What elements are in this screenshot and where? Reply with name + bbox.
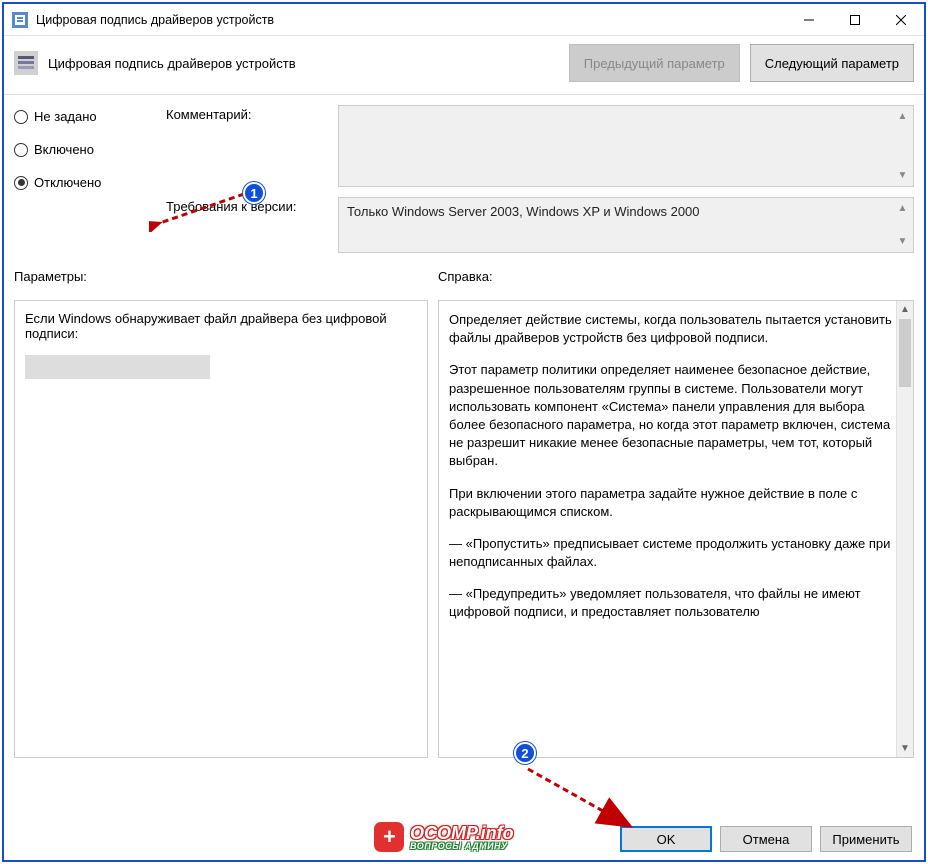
maximize-button[interactable] [832,4,878,36]
scroll-down-icon[interactable]: ▼ [894,233,911,250]
radio-label: Включено [34,142,94,157]
plus-icon: + [374,822,404,852]
scroll-up-icon[interactable]: ▲ [894,108,911,125]
supported-on-box: Только Windows Server 2003, Windows XP и… [338,197,914,253]
policy-title: Цифровая подпись драйверов устройств [48,56,559,71]
minimize-button[interactable] [786,4,832,36]
radio-not-configured[interactable]: Не задано [14,109,156,124]
radio-icon [14,143,28,157]
help-paragraph: При включении этого параметра задайте ну… [449,485,893,521]
help-panel: Определяет действие системы, когда польз… [438,300,914,758]
close-button[interactable] [878,4,924,36]
help-paragraph: Этот параметр политики определяет наимен… [449,361,893,470]
scroll-down-icon[interactable]: ▼ [894,167,911,184]
watermark-title: OCOMP.info [410,824,514,842]
cancel-button[interactable]: Отмена [720,826,812,852]
window-controls [786,4,924,36]
option-dropdown[interactable] [25,355,210,379]
annotation-badge-1: 1 [243,182,265,204]
radio-label: Не задано [34,109,97,124]
window-icon [12,12,28,28]
header-row: Цифровая подпись драйверов устройств Пре… [4,36,924,95]
annotation-badge-2: 2 [514,742,536,764]
apply-button[interactable]: Применить [820,826,912,852]
help-label: Справка: [438,269,914,284]
scrollbar-thumb[interactable] [899,319,911,387]
comment-textarea[interactable]: ▲ ▼ [338,105,914,187]
scroll-down-icon[interactable]: ▼ [897,740,913,757]
help-paragraph: — «Пропустить» предписывает системе прод… [449,535,893,571]
scroll-up-icon[interactable]: ▲ [894,200,911,217]
help-paragraph: Определяет действие системы, когда польз… [449,311,893,347]
previous-setting-button: Предыдущий параметр [569,44,740,82]
dialog-button-bar: OK Отмена Применить [620,826,912,852]
help-scrollbar[interactable]: ▲ ▼ [896,301,913,757]
window-title: Цифровая подпись драйверов устройств [36,13,786,27]
watermark-subtitle: ВОПРОСЫ АДМИНУ [410,842,514,851]
options-label: Параметры: [14,269,428,284]
radio-enabled[interactable]: Включено [14,142,156,157]
help-paragraph: — «Предупредить» уведомляет пользователя… [449,585,893,621]
option-description: Если Windows обнаруживает файл драйвера … [25,311,417,341]
radio-icon [14,110,28,124]
comment-label: Комментарий: [166,105,338,122]
radio-icon [14,176,28,190]
radio-label: Отключено [34,175,101,190]
state-radio-group: Не задано Включено Отключено [14,105,156,263]
site-watermark: + OCOMP.info ВОПРОСЫ АДМИНУ [374,822,514,852]
options-panel: Если Windows обнаруживает файл драйвера … [14,300,428,758]
annotation-arrow-2 [520,761,650,841]
next-setting-button[interactable]: Следующий параметр [750,44,914,82]
radio-disabled[interactable]: Отключено [14,175,156,190]
scroll-up-icon[interactable]: ▲ [897,301,913,318]
titlebar: Цифровая подпись драйверов устройств [4,4,924,36]
supported-on-text: Только Windows Server 2003, Windows XP и… [347,204,700,219]
policy-icon [14,51,38,75]
